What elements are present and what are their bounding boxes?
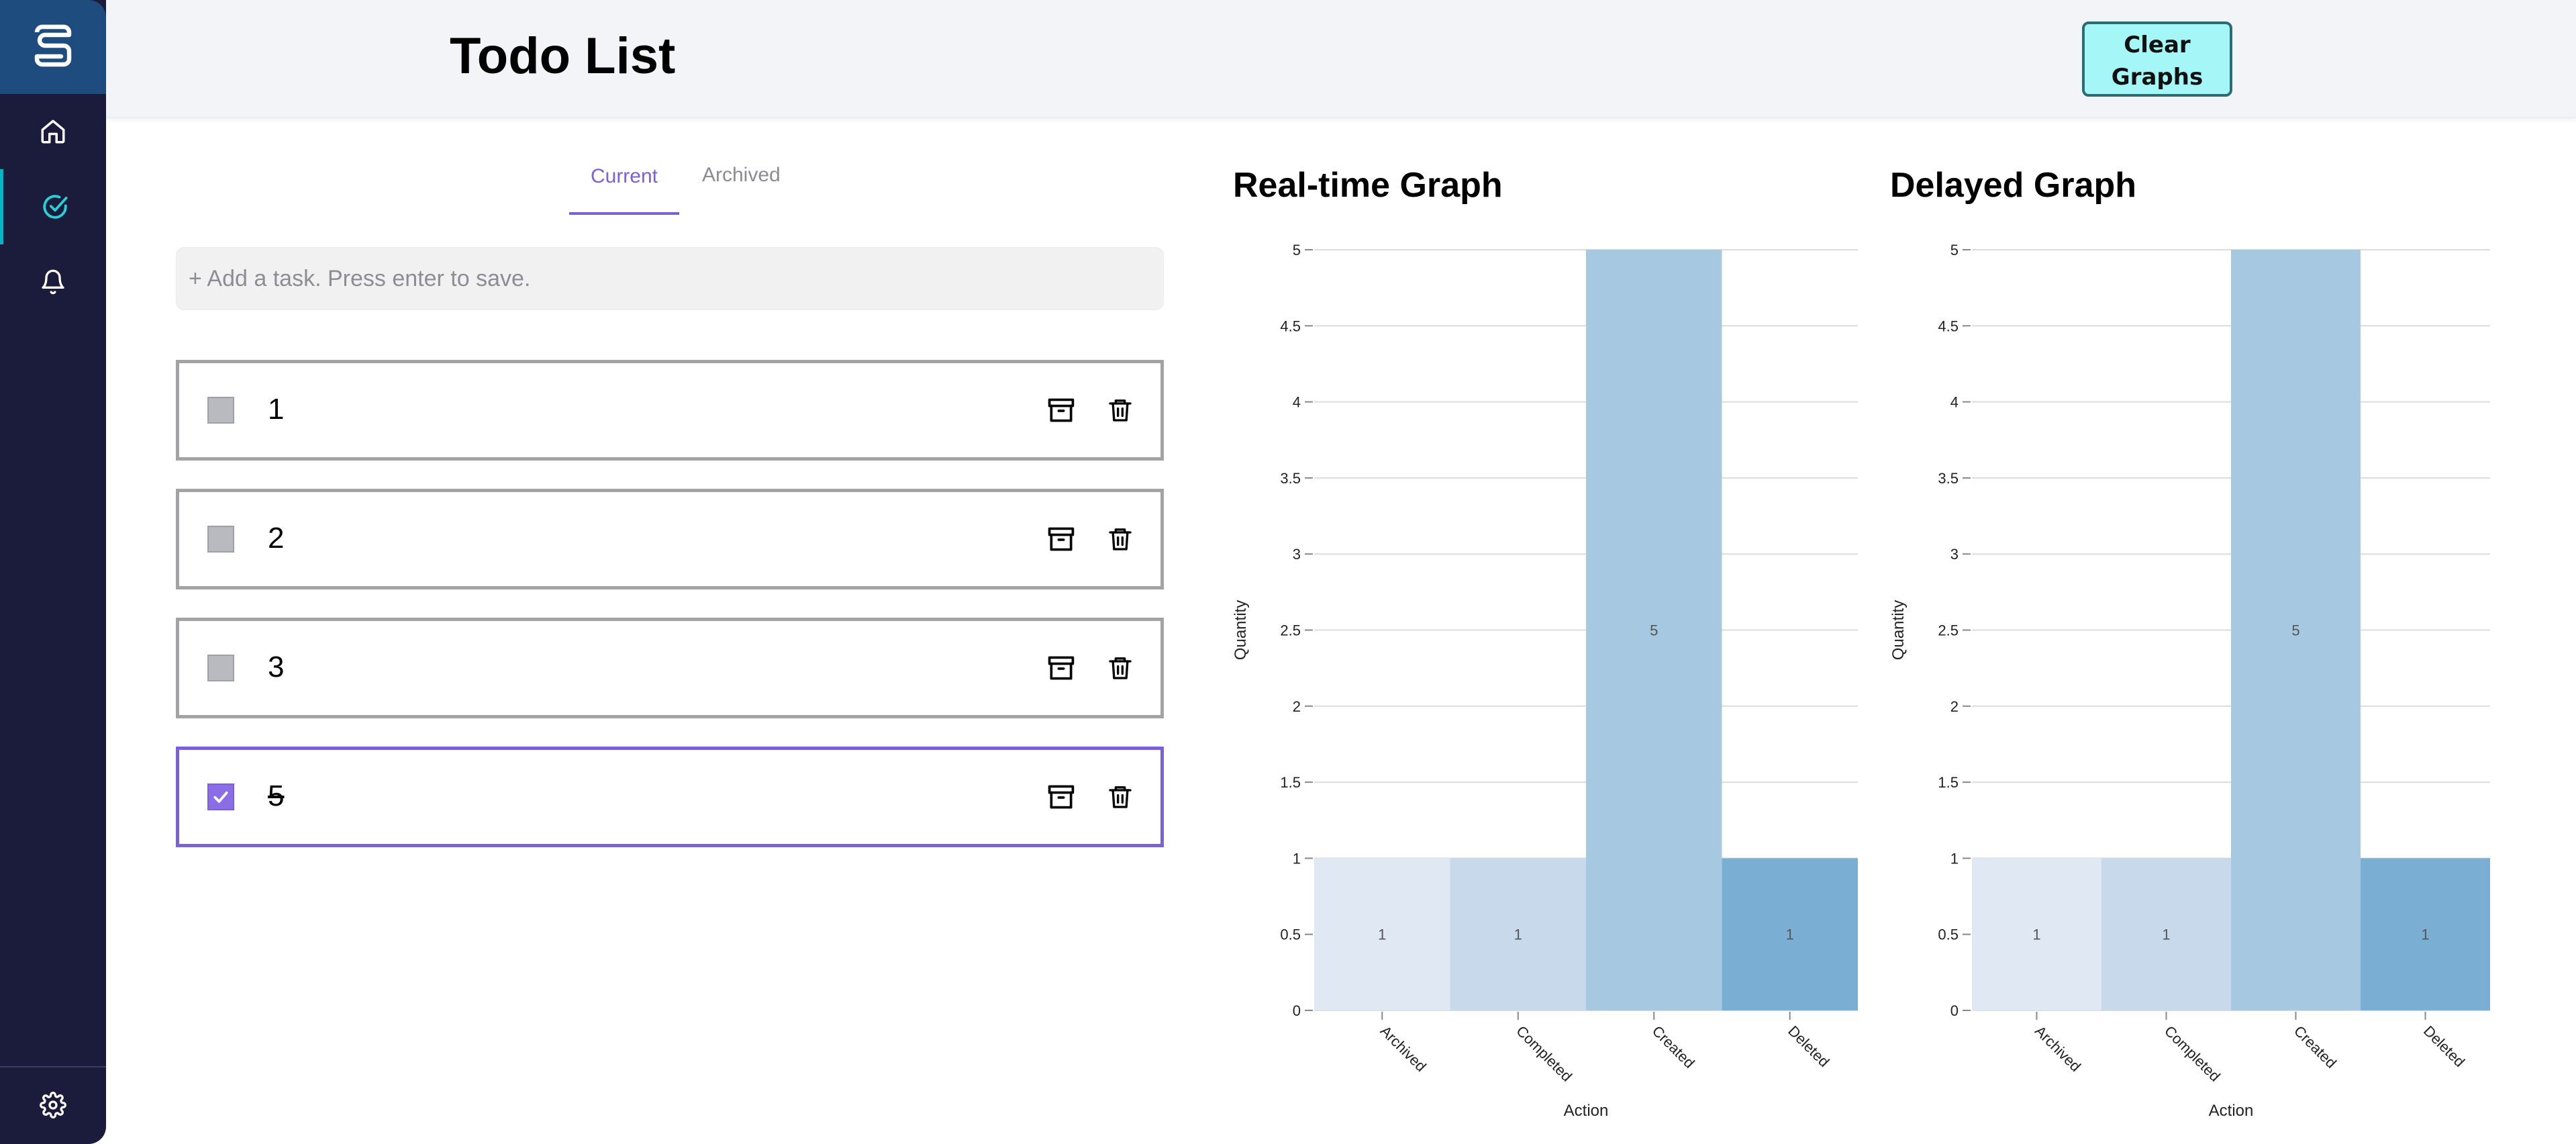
archive-button[interactable] — [1044, 651, 1079, 685]
clear-button-line2: Graphs — [2111, 64, 2203, 91]
todo-item: 1 — [176, 360, 1164, 461]
app-logo[interactable] — [0, 0, 106, 94]
todo-text: 1 — [268, 393, 285, 426]
sidebar-item-settings[interactable] — [0, 1067, 106, 1143]
tab-archived[interactable]: Archived — [702, 164, 781, 187]
y-tick-label: 0.5 — [1938, 926, 1959, 943]
data-label: 5 — [2291, 622, 2299, 639]
checkmark-icon — [213, 791, 228, 803]
x-axis-title: Action — [2209, 1102, 2254, 1120]
sidebar-item-notifications[interactable] — [0, 244, 106, 320]
clear-graphs-button[interactable]: Clear Graphs — [2082, 21, 2232, 97]
x-tick-label: Completed — [1513, 1022, 1575, 1085]
page-title: Todo List — [450, 28, 676, 85]
archive-icon — [1048, 398, 1075, 422]
y-tick-label: 2.5 — [1280, 622, 1301, 639]
header: Todo List Clear Graphs — [106, 0, 2576, 118]
x-axis-title: Action — [1564, 1102, 1609, 1120]
archive-button[interactable] — [1044, 779, 1079, 814]
data-label: 1 — [1378, 926, 1386, 943]
delete-button[interactable] — [1103, 651, 1138, 685]
todo-checkbox[interactable] — [207, 655, 234, 681]
y-tick-label: 3.5 — [1280, 470, 1301, 487]
tab-current[interactable]: Current — [569, 164, 679, 215]
y-tick-label: 1 — [1293, 850, 1301, 867]
y-tick-label: 1.5 — [1938, 774, 1959, 791]
y-tick-label: 0 — [1293, 1002, 1301, 1019]
check-circle-icon — [42, 195, 68, 219]
x-tick-label: Archived — [1377, 1022, 1430, 1075]
archive-icon — [1048, 785, 1075, 809]
data-label: 5 — [1650, 622, 1658, 639]
x-tick-label: Archived — [2032, 1022, 2084, 1075]
y-tick-label: 4.5 — [1938, 318, 1959, 334]
delete-button[interactable] — [1103, 522, 1138, 557]
y-tick-label: 0 — [1950, 1002, 1959, 1019]
sidebar-item-home[interactable] — [0, 94, 106, 169]
x-tick-label: Deleted — [1785, 1022, 1832, 1070]
y-tick-label: 1.5 — [1280, 774, 1301, 791]
y-tick-label: 2 — [1950, 698, 1959, 715]
y-tick-label: 4 — [1293, 394, 1301, 411]
data-label: 1 — [1786, 926, 1794, 943]
data-label: 1 — [1514, 926, 1522, 943]
trash-icon — [1109, 657, 1132, 679]
y-tick-label: 1 — [1950, 850, 1959, 867]
y-axis-title: Quantity — [1232, 600, 1250, 660]
y-tick-label: 4.5 — [1280, 318, 1301, 334]
add-task-input[interactable] — [176, 247, 1164, 310]
data-label: 1 — [2032, 926, 2040, 943]
y-tick-label: 0.5 — [1280, 926, 1301, 943]
y-tick-label: 2.5 — [1938, 622, 1959, 639]
x-tick-label: Created — [2291, 1022, 2340, 1071]
sidebar-item-todos[interactable] — [0, 169, 106, 244]
bell-icon — [42, 269, 64, 295]
archive-button[interactable] — [1044, 522, 1079, 557]
y-tick-label: 4 — [1950, 394, 1959, 411]
todo-item: 3 — [176, 618, 1164, 718]
todo-text: 5 — [268, 779, 285, 812]
delayed-graph: 0 0.5 1 1.5 2 2.5 3 3.5 4 4.5 5 1 Archived 1 Completed… — [1889, 242, 2490, 1120]
data-label: 1 — [2421, 926, 2429, 943]
x-tick-label: Completed — [2161, 1022, 2224, 1085]
x-tick-label: Deleted — [2420, 1022, 2468, 1070]
todo-checkbox[interactable] — [207, 526, 234, 553]
home-icon — [41, 120, 65, 144]
trash-icon — [1109, 786, 1132, 808]
delayed-graph-title: Delayed Graph — [1890, 166, 2137, 205]
todo-item-completed: 5 — [176, 747, 1164, 847]
y-tick-label: 5 — [1950, 242, 1959, 258]
archive-icon — [1048, 527, 1075, 551]
y-axis-title: Quantity — [1889, 600, 1908, 660]
y-tick-label: 3.5 — [1938, 470, 1959, 487]
y-tick-label: 5 — [1293, 242, 1301, 258]
app-logo-icon — [34, 24, 72, 67]
y-tick-label: 3 — [1293, 546, 1301, 563]
clear-button-line1: Clear — [2124, 32, 2191, 58]
y-tick-label: 3 — [1950, 546, 1959, 563]
realtime-graph: 0 0.5 1 1.5 2 2.5 3 3.5 4 4.5 5 1 Archived 1 Completed… — [1232, 242, 1858, 1120]
todo-text: 3 — [268, 651, 285, 683]
sidebar — [0, 0, 106, 1144]
trash-icon — [1109, 399, 1132, 422]
realtime-graph-title: Real-time Graph — [1233, 166, 1503, 205]
delete-button[interactable] — [1103, 393, 1138, 428]
todo-text: 2 — [268, 522, 285, 555]
archive-icon — [1048, 656, 1075, 680]
todo-checkbox-checked[interactable] — [207, 783, 234, 810]
x-tick-label: Created — [1649, 1022, 1698, 1071]
y-tick-label: 2 — [1293, 698, 1301, 715]
archive-button[interactable] — [1044, 393, 1079, 428]
todo-checkbox[interactable] — [207, 397, 234, 424]
data-label: 1 — [2162, 926, 2170, 943]
gear-icon — [40, 1092, 66, 1118]
todo-item: 2 — [176, 489, 1164, 589]
delete-button[interactable] — [1103, 779, 1138, 814]
trash-icon — [1109, 528, 1132, 551]
